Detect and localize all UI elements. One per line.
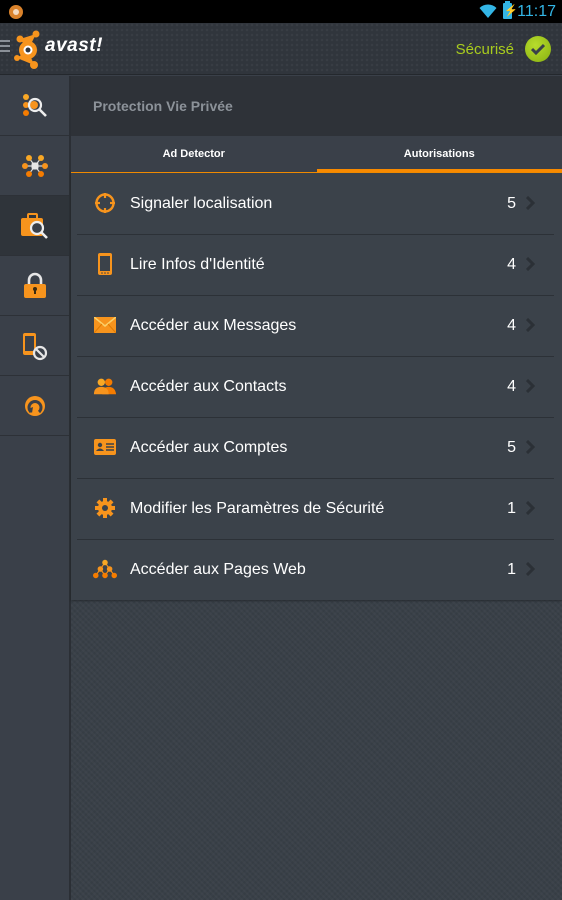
- phone-icon: [93, 252, 117, 276]
- gear-icon: [93, 496, 117, 520]
- system-status-bar: ⚡ 11:17: [0, 0, 562, 23]
- permission-app-count: 5: [507, 194, 516, 212]
- secure-check-icon[interactable]: [525, 36, 551, 62]
- permission-app-count: 4: [507, 255, 516, 273]
- avast-notification-icon: [9, 5, 23, 19]
- scan-icon: [22, 93, 47, 117]
- permission-label: Accéder aux Contacts: [130, 377, 287, 395]
- envelope-icon: [93, 313, 117, 337]
- permission-row-security-settings[interactable]: Modifier les Paramètres de Sécurité 1: [71, 478, 562, 539]
- chevron-right-icon: [526, 196, 535, 210]
- permission-label: Accéder aux Messages: [130, 316, 297, 334]
- battery-charging-icon: ⚡: [503, 1, 518, 19]
- permission-label: Modifier les Paramètres de Sécurité: [130, 499, 385, 517]
- location-target-icon: [93, 191, 117, 215]
- sidebar-navigation: [0, 76, 71, 900]
- web-pages-icon: [93, 557, 117, 581]
- security-status-label: Sécurisé: [455, 41, 514, 58]
- permission-label: Lire Infos d'Identité: [130, 255, 265, 273]
- chevron-right-icon: [526, 501, 535, 515]
- permission-row-location[interactable]: Signaler localisation 5: [71, 173, 562, 234]
- backup-icon: [24, 395, 45, 416]
- permission-row-accounts[interactable]: Accéder aux Comptes 5: [71, 417, 562, 478]
- permission-app-count: 5: [507, 438, 516, 456]
- permissions-list: Signaler localisation 5 Lire Infos d'Ide…: [71, 173, 562, 600]
- app-brand-name: avast!: [45, 35, 103, 56]
- chevron-right-icon: [526, 257, 535, 271]
- chevron-right-icon: [526, 318, 535, 332]
- drawer-menu-icon[interactable]: [0, 40, 10, 56]
- page-title: Protection Vie Privée: [71, 76, 562, 136]
- permission-label: Accéder aux Comptes: [130, 438, 288, 456]
- permission-app-count: 1: [507, 560, 516, 578]
- tab-autorisations[interactable]: Autorisations: [316, 136, 562, 173]
- sidebar-item-call-filter[interactable]: [0, 316, 69, 376]
- permission-row-identity[interactable]: Lire Infos d'Identité 4: [71, 234, 562, 295]
- chevron-right-icon: [526, 440, 535, 454]
- sidebar-item-app-locker[interactable]: [0, 256, 69, 316]
- privacy-advisor-icon: [20, 212, 48, 239]
- network-icon: [21, 154, 48, 177]
- contacts-icon: [93, 374, 117, 398]
- clock: 11:17: [517, 3, 556, 20]
- chevron-right-icon: [526, 562, 535, 576]
- permission-label: Signaler localisation: [130, 194, 273, 212]
- sidebar-item-network[interactable]: [0, 136, 69, 196]
- tab-ad-detector[interactable]: Ad Detector: [71, 136, 317, 173]
- tab-bar: Ad Detector Autorisations: [71, 136, 562, 173]
- permission-row-contacts[interactable]: Accéder aux Contacts 4: [71, 356, 562, 417]
- app-bar: avast! Sécurisé: [0, 23, 562, 75]
- permission-app-count: 4: [507, 377, 516, 395]
- sidebar-item-privacy[interactable]: [0, 196, 69, 256]
- wifi-icon: [479, 4, 497, 18]
- chevron-right-icon: [526, 379, 535, 393]
- account-card-icon: [93, 435, 117, 459]
- sidebar-item-backup[interactable]: [0, 376, 69, 436]
- lock-icon: [23, 272, 46, 298]
- permission-app-count: 1: [507, 499, 516, 517]
- main-content: Protection Vie Privée Ad Detector Autori…: [71, 76, 562, 900]
- call-filter-icon: [22, 332, 47, 360]
- permission-row-web-pages[interactable]: Accéder aux Pages Web 1: [71, 539, 562, 600]
- permission-app-count: 4: [507, 316, 516, 334]
- permission-row-messages[interactable]: Accéder aux Messages 4: [71, 295, 562, 356]
- sidebar-item-scan[interactable]: [0, 76, 69, 136]
- permission-label: Accéder aux Pages Web: [130, 560, 306, 578]
